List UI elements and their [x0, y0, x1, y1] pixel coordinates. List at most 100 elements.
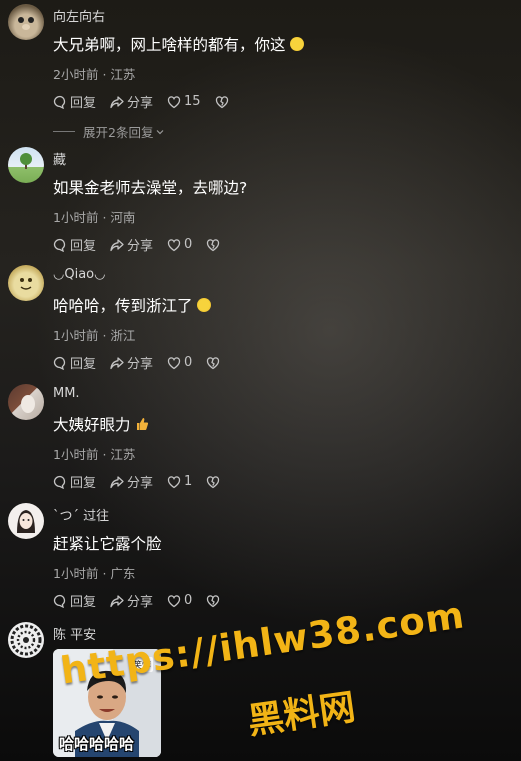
- comment-text: 哈哈哈，传到浙江了: [53, 294, 211, 316]
- comment-text-body: 大兄弟啊，网上啥样的都有，你这: [53, 36, 286, 54]
- share-button[interactable]: 分享: [110, 235, 153, 254]
- expand-replies-button[interactable]: 展开2条回复: [53, 122, 165, 141]
- dislike-button[interactable]: [206, 594, 220, 608]
- reply-button[interactable]: 回复: [53, 353, 96, 372]
- comment-time: 1小时前: [53, 447, 99, 462]
- reply-button[interactable]: 回复: [53, 235, 96, 254]
- comment-location: 江苏: [110, 67, 136, 82]
- broken-heart-icon: [207, 475, 220, 488]
- reply-label: 回复: [70, 239, 97, 254]
- username[interactable]: ˋつˊ 过往: [53, 505, 109, 524]
- watermark-overlay: https://ihlw38.com 黑料网: [0, 0, 521, 761]
- comment-actions: 回复 分享 0: [53, 591, 234, 610]
- comment-meta: 1小时前 · 河南: [53, 207, 135, 226]
- comment-text: 大姨好眼力: [53, 413, 149, 435]
- comment-bubble-icon: [53, 238, 66, 252]
- share-label: 分享: [127, 96, 154, 111]
- share-label: 分享: [127, 357, 154, 372]
- comment-text: 如果金老师去澡堂，去哪边?: [53, 176, 247, 198]
- meta-separator: ·: [102, 210, 107, 225]
- username[interactable]: MM.: [53, 386, 80, 401]
- share-button[interactable]: 分享: [110, 353, 153, 372]
- share-label: 分享: [127, 595, 154, 610]
- like-count: 15: [184, 94, 201, 109]
- share-label: 分享: [127, 476, 154, 491]
- user-avatar[interactable]: [8, 384, 44, 420]
- comment-text-body: 如果金老师去澡堂，去哪边?: [53, 179, 248, 197]
- image-tag: 笑炸: [131, 657, 154, 672]
- laughing-emoji-icon: [289, 37, 304, 51]
- user-avatar[interactable]: [8, 503, 44, 539]
- reply-label: 回复: [70, 357, 97, 372]
- username[interactable]: ◡Qiao◡: [53, 267, 105, 282]
- reply-button[interactable]: 回复: [53, 472, 96, 491]
- like-button[interactable]: 0: [167, 355, 192, 370]
- chevron-down-icon: [157, 129, 164, 134]
- share-button[interactable]: 分享: [110, 591, 153, 610]
- share-button[interactable]: 分享: [110, 92, 153, 111]
- comment-actions: 回复 分享 1: [53, 472, 234, 491]
- comment-meta: 1小时前 · 广东: [53, 563, 135, 582]
- comment-text: 赶紧让它露个脸: [53, 532, 162, 554]
- comment-time: 2小时前: [53, 67, 99, 82]
- meta-separator: ·: [102, 67, 107, 82]
- broken-heart-icon: [207, 238, 220, 251]
- reply-button[interactable]: 回复: [53, 591, 96, 610]
- share-arrow-icon: [110, 356, 124, 369]
- comment-image[interactable]: 笑炸 哈哈哈哈哈: [53, 649, 161, 757]
- thumbs-up-emoji-icon: [136, 418, 148, 430]
- comment-text-body: 赶紧让它露个脸: [53, 535, 162, 553]
- meta-separator: ·: [102, 566, 107, 581]
- comment-text-body: 大姨好眼力: [53, 416, 131, 434]
- share-button[interactable]: 分享: [110, 472, 153, 491]
- user-avatar[interactable]: [8, 4, 44, 40]
- dislike-button[interactable]: [206, 356, 220, 370]
- username[interactable]: 陈 平安: [53, 624, 96, 643]
- like-count: 1: [184, 474, 193, 489]
- user-avatar[interactable]: [8, 265, 44, 301]
- like-count: 0: [184, 593, 193, 608]
- like-button[interactable]: 1: [167, 474, 192, 489]
- like-button[interactable]: 0: [167, 593, 192, 608]
- comment-actions: 回复 分享 15: [53, 92, 243, 111]
- meta-separator: ·: [102, 447, 107, 462]
- user-avatar[interactable]: [8, 622, 44, 658]
- reply-label: 回复: [70, 96, 97, 111]
- watermark-site-name: 黑料网: [245, 686, 358, 743]
- comment-meta: 1小时前 · 浙江: [53, 325, 135, 344]
- comment-bubble-icon: [53, 356, 66, 370]
- comment-text-body: 哈哈哈，传到浙江了: [53, 297, 193, 315]
- comment-meta: 1小时前 · 江苏: [53, 444, 135, 463]
- heart-icon: [167, 594, 181, 607]
- username[interactable]: 藏: [53, 149, 66, 168]
- like-button[interactable]: 15: [167, 94, 201, 109]
- comment-time: 1小时前: [53, 566, 99, 581]
- comment-bubble-icon: [53, 95, 66, 109]
- comment-text: 大兄弟啊，网上啥样的都有，你这: [53, 33, 304, 55]
- reply-label: 回复: [70, 595, 97, 610]
- dislike-button[interactable]: [206, 238, 220, 252]
- share-arrow-icon: [110, 594, 124, 607]
- broken-heart-icon: [207, 594, 220, 607]
- user-avatar[interactable]: [8, 147, 44, 183]
- share-arrow-icon: [110, 238, 124, 251]
- comment-location: 河南: [110, 210, 136, 225]
- username[interactable]: 向左向右: [53, 6, 105, 25]
- heart-icon: [167, 238, 181, 251]
- heart-icon: [167, 356, 181, 369]
- broken-heart-icon: [215, 95, 228, 108]
- share-label: 分享: [127, 239, 154, 254]
- dislike-button[interactable]: [206, 475, 220, 489]
- share-arrow-icon: [110, 95, 124, 108]
- heart-icon: [167, 475, 181, 488]
- reply-button[interactable]: 回复: [53, 92, 96, 111]
- like-button[interactable]: 0: [167, 237, 192, 252]
- comment-location: 江苏: [110, 447, 136, 462]
- reply-label: 回复: [70, 476, 97, 491]
- like-count: 0: [184, 355, 193, 370]
- expand-divider: [53, 131, 75, 132]
- dislike-button[interactable]: [215, 95, 229, 109]
- comment-bubble-icon: [53, 594, 66, 608]
- comment-location: 广东: [110, 566, 136, 581]
- broken-heart-icon: [207, 356, 220, 369]
